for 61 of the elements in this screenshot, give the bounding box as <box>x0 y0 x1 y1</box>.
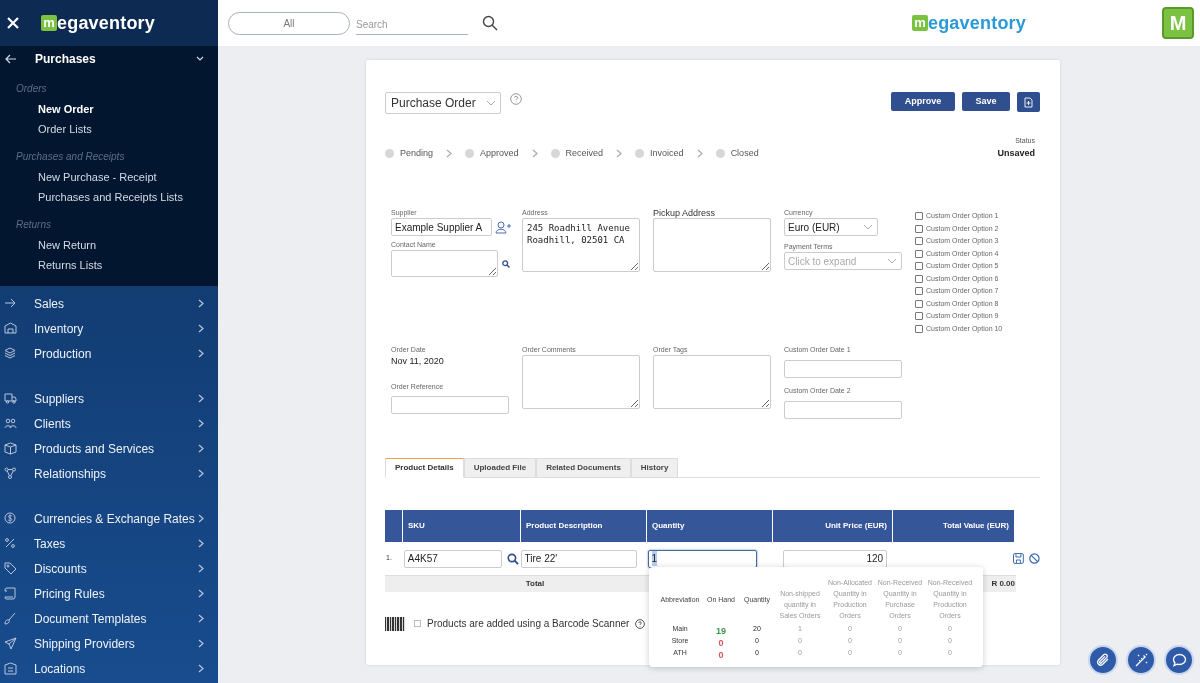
menu-link[interactable]: Purchases and Receipts Lists <box>0 190 218 204</box>
group-heading: Returns <box>15 218 52 232</box>
logo-text: egaventory <box>57 11 156 35</box>
menu-link[interactable]: Returns Lists <box>0 258 218 272</box>
menu-item[interactable]: Suppliers <box>0 386 218 411</box>
menu-item[interactable]: Sales <box>0 291 218 316</box>
column-header: Unit Price (EUR) <box>773 510 893 542</box>
group-heading: Purchases and Receipts <box>15 150 126 164</box>
step-label: Closed <box>730 146 759 160</box>
menu-item[interactable]: Shipping Providers <box>0 631 218 656</box>
section-title: Purchases <box>35 51 97 68</box>
search-field[interactable]: Search <box>356 15 468 35</box>
step-label: Approved <box>480 146 519 160</box>
step-label: Pending <box>400 146 434 160</box>
menu-item[interactable]: Locations <box>0 656 218 681</box>
action-button[interactable]: Save <box>962 92 1010 111</box>
logo-text: egaventory <box>927 11 1026 35</box>
group-heading: Orders <box>15 82 48 96</box>
input-field[interactable]: Example Supplier A <box>391 218 492 236</box>
total-label: Total <box>524 578 546 590</box>
step-label: Invoiced <box>650 146 684 160</box>
column-header: Product Description <box>521 510 647 542</box>
column-header: Quantity <box>647 510 773 542</box>
menu-item[interactable]: Discounts <box>0 556 218 581</box>
popup-cell: 0 <box>718 650 724 660</box>
menu-link[interactable]: Order Lists <box>0 122 218 136</box>
menu-item[interactable]: Production <box>0 341 218 366</box>
checkbox-label: Products are added using a Barcode Scanner <box>427 617 630 631</box>
menu-item[interactable]: Relationships <box>0 461 218 486</box>
text-area[interactable]: 245 Roadhill Avenue Roadhill, 02501 CA <box>522 218 640 272</box>
column-header: SKU <box>403 510 521 542</box>
description-field[interactable]: Tire 22' <box>520 549 637 568</box>
document-type-dropdown[interactable]: Purchase Order <box>385 92 501 114</box>
menu-item[interactable]: Clients <box>0 411 218 436</box>
total-value: R 0.00 <box>991 578 1016 590</box>
menu-link[interactable]: New Purchase - Receipt <box>0 170 218 184</box>
menu-item[interactable]: Currencies & Exchange Rates <box>0 506 218 531</box>
section-header[interactable]: Purchases <box>0 46 218 72</box>
column-header: Total Value (EUR) <box>893 510 1015 542</box>
popup-cell: 0 <box>718 638 724 648</box>
tab[interactable]: Product Details <box>385 458 464 478</box>
popup-cell: 19 <box>716 626 726 636</box>
menu-item[interactable]: Inventory <box>0 316 218 341</box>
logo-mark: m <box>41 15 57 31</box>
field-label: Pickup Address <box>653 208 717 219</box>
select-field[interactable]: Euro (EUR) <box>784 218 878 236</box>
action-button[interactable]: Approve <box>891 92 955 111</box>
tab[interactable]: Uploaded File <box>463 458 537 478</box>
menu-link[interactable]: New Return <box>0 238 218 252</box>
status-value: Unsaved <box>997 146 1035 160</box>
date-value: Nov 11, 2020 <box>391 355 445 368</box>
sku-field[interactable]: A4K57 <box>403 549 502 568</box>
menu-item[interactable]: Pricing Rules <box>0 581 218 606</box>
menu-item[interactable]: Document Templates <box>0 606 218 631</box>
logo-mark: m <box>911 15 928 31</box>
menu-item[interactable]: Taxes <box>0 531 218 556</box>
menu-item[interactable]: Products and Services <box>0 436 218 461</box>
tab[interactable]: Related Documents <box>536 458 631 478</box>
step-label: Received <box>565 146 604 160</box>
tab[interactable]: History <box>630 458 679 478</box>
menu-link[interactable]: New Order <box>0 102 218 116</box>
